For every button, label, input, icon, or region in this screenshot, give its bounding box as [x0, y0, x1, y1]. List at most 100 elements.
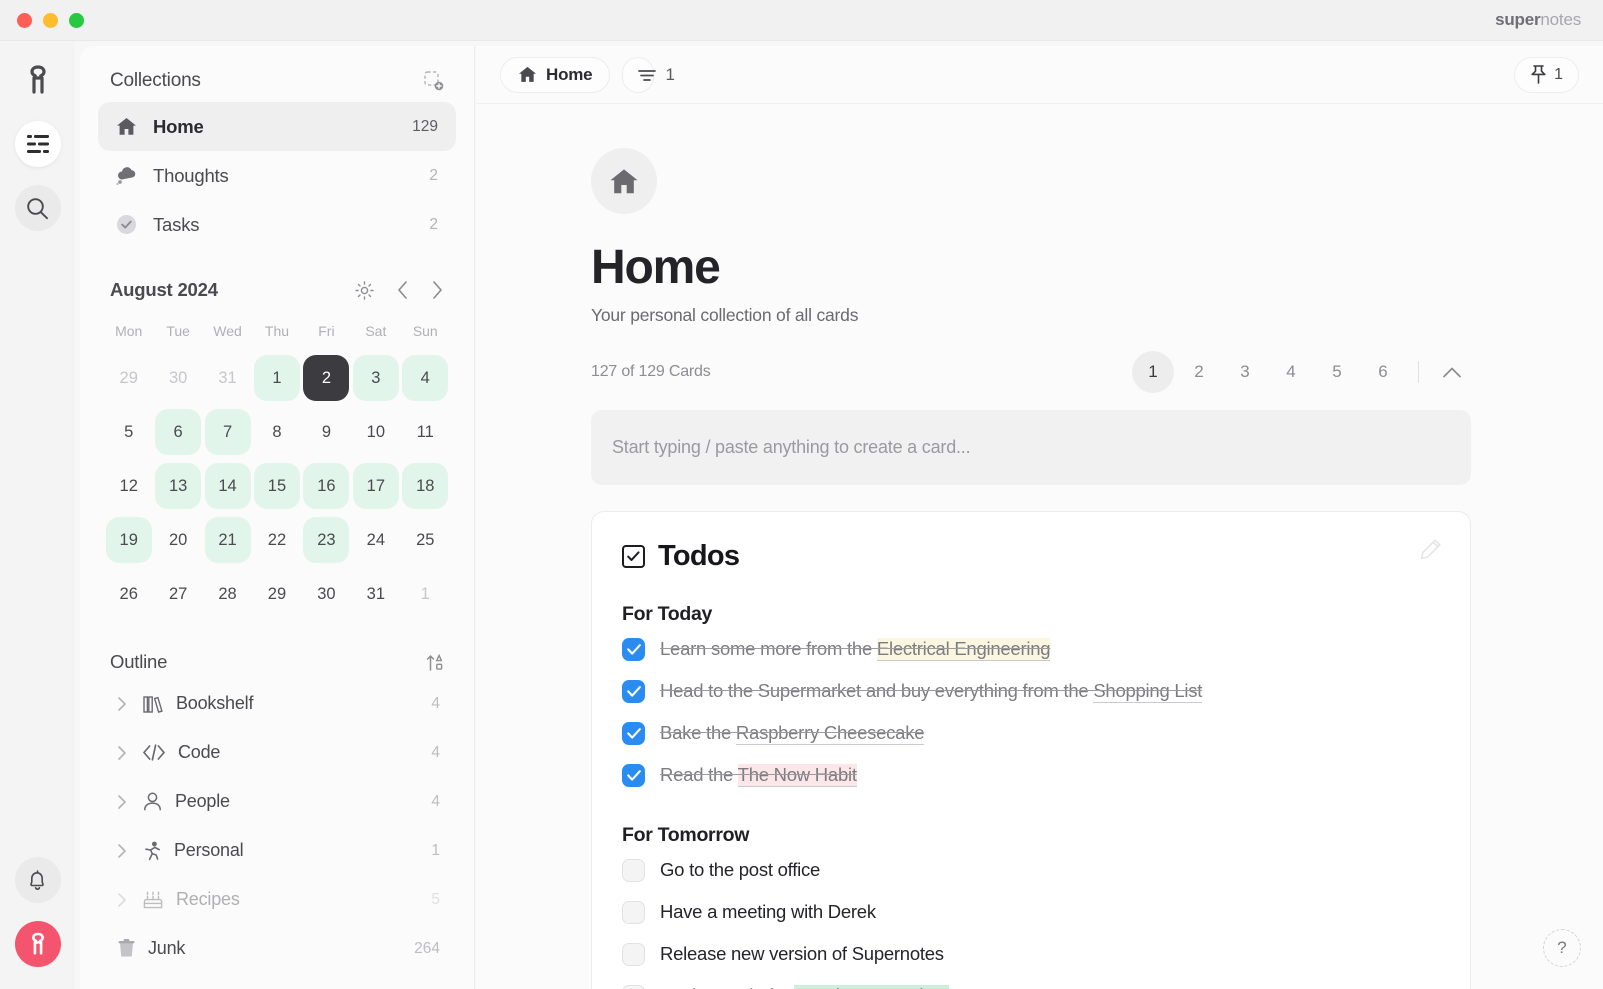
calendar-day[interactable]: 22: [254, 517, 300, 563]
calendar-day[interactable]: 20: [155, 517, 201, 563]
sidebar-item-tasks[interactable]: Tasks 2: [98, 200, 456, 249]
calendar-day[interactable]: 24: [353, 517, 399, 563]
chevron-left-icon[interactable]: [396, 280, 409, 300]
calendar-day[interactable]: 29: [254, 571, 300, 617]
calendar-day[interactable]: 15: [254, 463, 300, 509]
outline-item-personal[interactable]: Personal1: [104, 826, 450, 875]
calendar-day[interactable]: 8: [254, 409, 300, 455]
page-button-1[interactable]: 1: [1132, 351, 1174, 393]
avatar[interactable]: [15, 921, 61, 967]
todo-item[interactable]: Release new version of Supernotes: [622, 935, 1440, 973]
calendar-day[interactable]: 7: [205, 409, 251, 455]
chevron-right-icon[interactable]: [431, 280, 444, 300]
supernotes-logo-icon[interactable]: [15, 57, 61, 103]
calendar-day[interactable]: 27: [155, 571, 201, 617]
calendar-cell: 25: [401, 513, 450, 567]
new-collection-icon[interactable]: [424, 71, 444, 91]
outline-item-people[interactable]: People4: [104, 777, 450, 826]
chevron-up-icon[interactable]: [1433, 353, 1471, 391]
sidebar-item-home[interactable]: Home 129: [98, 102, 456, 151]
maximize-window-button[interactable]: [69, 13, 84, 28]
checkbox-unchecked[interactable]: [622, 943, 645, 966]
todo-item[interactable]: Review code for Introductory Python: [622, 977, 1440, 989]
calendar-day[interactable]: 17: [353, 463, 399, 509]
calendar-day[interactable]: 25: [402, 517, 448, 563]
pinned-button[interactable]: 1: [1514, 57, 1579, 93]
calendar-day[interactable]: 23: [303, 517, 349, 563]
todo-card-link[interactable]: Shopping List: [1093, 680, 1202, 703]
calendar-day[interactable]: 3: [353, 355, 399, 401]
calendar-day[interactable]: 18: [402, 463, 448, 509]
calendar-day[interactable]: 21: [205, 517, 251, 563]
calendar-day[interactable]: 6: [155, 409, 201, 455]
calendar-day[interactable]: 14: [205, 463, 251, 509]
calendar-day[interactable]: 9: [303, 409, 349, 455]
calendar-day[interactable]: 28: [205, 571, 251, 617]
todo-item[interactable]: Head to the Supermarket and buy everythi…: [622, 672, 1440, 710]
calendar-day[interactable]: 10: [353, 409, 399, 455]
calendar-day[interactable]: 11: [402, 409, 448, 455]
page-button-5[interactable]: 5: [1316, 351, 1358, 393]
calendar-day[interactable]: 31: [353, 571, 399, 617]
todo-card-link[interactable]: The Now Habit: [738, 764, 857, 787]
close-window-button[interactable]: [17, 13, 32, 28]
calendar-day[interactable]: 2: [303, 355, 349, 401]
checkbox-checked[interactable]: [622, 722, 645, 745]
calendar-day[interactable]: 30: [303, 571, 349, 617]
checkbox-checked[interactable]: [622, 764, 645, 787]
outline-item-code[interactable]: Code4: [104, 728, 450, 777]
calendar-day[interactable]: 29: [106, 355, 152, 401]
calendar-day[interactable]: 13: [155, 463, 201, 509]
calendar-day[interactable]: 5: [106, 409, 152, 455]
todo-card-link[interactable]: Electrical Engineering: [877, 638, 1050, 661]
page-button-4[interactable]: 4: [1270, 351, 1312, 393]
todo-card-link[interactable]: Raspberry Cheesecake: [736, 722, 924, 745]
search-icon[interactable]: [15, 185, 61, 231]
calendar-day[interactable]: 30: [155, 355, 201, 401]
chevron-right-icon[interactable]: [114, 892, 130, 908]
cards-view-icon[interactable]: [15, 121, 61, 167]
calendar-day[interactable]: 12: [106, 463, 152, 509]
calendar-day[interactable]: 4: [402, 355, 448, 401]
outline-item-recipes[interactable]: Recipes5: [104, 875, 450, 924]
sun-icon[interactable]: [355, 281, 374, 300]
sidebar-item-junk[interactable]: Junk 264: [104, 924, 450, 973]
help-button[interactable]: ?: [1543, 929, 1581, 967]
bell-icon[interactable]: [15, 857, 61, 903]
calendar-day[interactable]: 16: [303, 463, 349, 509]
filter-button[interactable]: 1: [622, 57, 654, 93]
calendar-day[interactable]: 31: [205, 355, 251, 401]
calendar-day[interactable]: 19: [106, 517, 152, 563]
calendar-day[interactable]: 1: [402, 571, 448, 617]
calendar-day[interactable]: 26: [106, 571, 152, 617]
checkbox-unchecked[interactable]: [622, 985, 645, 989]
todo-item[interactable]: Learn some more from the Electrical Engi…: [622, 630, 1440, 668]
chevron-right-icon[interactable]: [114, 794, 130, 810]
card-composer[interactable]: Start typing / paste anything to create …: [591, 410, 1471, 485]
page-button-3[interactable]: 3: [1224, 351, 1266, 393]
checkbox-unchecked[interactable]: [622, 859, 645, 882]
todo-card-link[interactable]: Introductory Python: [794, 985, 950, 989]
sort-az-icon[interactable]: [426, 653, 444, 672]
todo-item[interactable]: Bake the Raspberry Cheesecake: [622, 714, 1440, 752]
calendar-day[interactable]: 1: [254, 355, 300, 401]
todos-card[interactable]: Todos For TodayLearn some more from the …: [591, 511, 1471, 989]
chevron-right-icon[interactable]: [114, 745, 130, 761]
checkbox-checked[interactable]: [622, 680, 645, 703]
checkbox-unchecked[interactable]: [622, 901, 645, 924]
sidebar-item-label: Tasks: [153, 214, 199, 236]
breadcrumb[interactable]: Home: [500, 57, 610, 93]
checkbox-checked[interactable]: [622, 638, 645, 661]
todo-item[interactable]: Read the The Now Habit: [622, 756, 1440, 794]
todo-item[interactable]: Have a meeting with Derek: [622, 893, 1440, 931]
chevron-right-icon[interactable]: [114, 843, 130, 859]
page-button-2[interactable]: 2: [1178, 351, 1220, 393]
minimize-window-button[interactable]: [43, 13, 58, 28]
chevron-right-icon[interactable]: [114, 696, 130, 712]
pencil-icon[interactable]: [1420, 538, 1442, 560]
pin-icon: [1530, 65, 1547, 84]
todo-item[interactable]: Go to the post office: [622, 851, 1440, 889]
sidebar-item-thoughts[interactable]: Thoughts 2: [98, 151, 456, 200]
outline-item-bookshelf[interactable]: Bookshelf4: [104, 679, 450, 728]
page-button-6[interactable]: 6: [1362, 351, 1404, 393]
